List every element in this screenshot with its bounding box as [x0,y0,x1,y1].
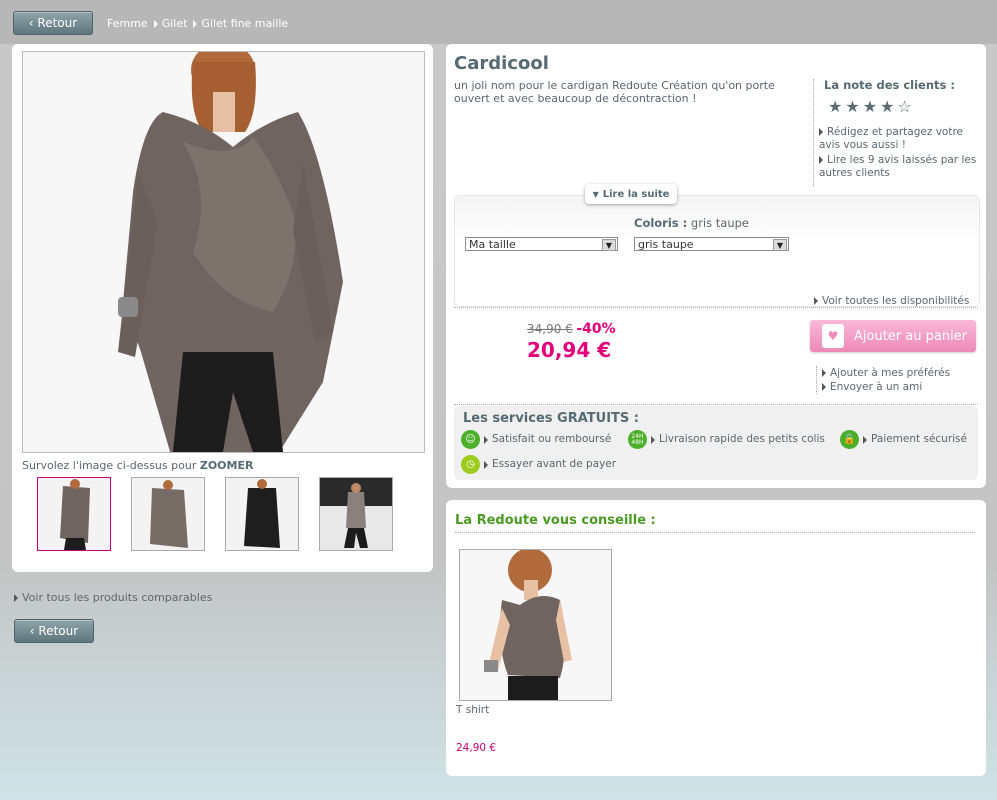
chevron-right-icon [822,383,826,391]
divider [454,404,978,405]
old-price: 34,90 € [527,322,573,336]
comparable-products-link[interactable]: Voir tous les produits comparables [14,591,212,604]
lock-icon: 🔒 [840,430,859,449]
service-item: 24H 48H Livraison rapide des petits colis [628,430,825,449]
chevron-down-icon: ▼ [602,239,616,251]
send-to-friend-link[interactable]: Envoyer à un ami [822,381,922,394]
chevron-right-icon [651,435,655,444]
price-block: 34,90 € -40% [527,321,616,337]
color-select[interactable]: gris taupe ▼ [634,237,789,251]
rating-divider [813,79,814,187]
shopping-bag-icon: ♥ [822,324,844,348]
main-product-image[interactable] [22,51,425,453]
product-title: Cardicool [454,53,549,74]
service-item: 🔒 Paiement sécurisé [840,430,967,449]
chevron-right-icon [863,435,867,444]
star-filled-icon: ★ [845,97,863,116]
chevron-right-icon [153,20,158,28]
services-title: Les services GRATUITS : [463,411,639,426]
recommended-product-price: 24,90 € [456,742,497,754]
advice-title: La Redoute vous conseille : [455,513,656,528]
chevron-right-icon [819,128,823,136]
breadcrumb: Femme Gilet Gilet fine maille [107,17,288,30]
read-reviews-link[interactable]: Lire les 9 avis laissés par les autres c… [819,154,984,180]
zoom-hint: Survolez l'image ci-dessus pour ZOOMER [22,459,254,472]
recommended-product-name[interactable]: T shirt [456,704,489,717]
thumbnail-3[interactable] [225,477,299,551]
service-item: ◷ Essayer avant de payer [461,455,616,474]
chevron-right-icon [814,297,818,305]
add-favorites-link[interactable]: Ajouter à mes préférés [822,367,950,380]
chevron-right-icon [484,460,488,469]
chevron-right-icon [484,435,488,444]
color-label: Coloris : gris taupe [634,216,749,230]
chevron-right-icon [14,594,18,602]
smiley-icon: ☺ [461,430,480,449]
breadcrumb-item-femme[interactable]: Femme [107,17,148,30]
chevron-right-icon [193,20,198,28]
rating-stars: ★★★★☆ [828,97,915,116]
options-area [454,195,980,307]
chevron-down-icon: ▼ [773,239,787,251]
chevron-right-icon [822,369,826,377]
read-more-button[interactable]: ▼ Lire la suite [585,184,677,204]
recommended-product-image[interactable] [459,549,612,701]
breadcrumb-item-gilet-fine-maille[interactable]: Gilet fine maille [201,17,288,30]
actions-divider [816,366,817,394]
star-filled-icon: ★ [828,97,846,116]
product-description: un joli nom pour le cardigan Redoute Cré… [454,79,775,105]
divider [455,532,975,533]
back-button-bottom[interactable]: ‹ Retour [14,619,94,643]
24h-48h-icon: 24H 48H [628,430,647,449]
star-filled-icon: ★ [862,97,881,116]
thumbnail-2[interactable] [131,477,205,551]
size-select[interactable]: Ma taille ▼ [465,237,618,251]
write-review-link[interactable]: Rédigez et partagez votre avis vous auss… [819,126,979,152]
breadcrumb-item-gilet[interactable]: Gilet [162,17,188,30]
rating-title: La note des clients : [824,78,955,92]
clock-icon: ◷ [461,455,480,474]
service-item: ☺ Satisfait ou remboursé [461,430,611,449]
chevron-right-icon [819,156,823,164]
triangle-down-icon: ▼ [592,189,599,199]
star-filled-icon: ★ [880,97,898,116]
availability-link[interactable]: Voir toutes les disponibilités [814,295,969,308]
thumbnail-1[interactable] [37,477,111,551]
discount-badge: -40% [576,321,616,337]
back-button[interactable]: ‹ Retour [13,11,93,35]
star-empty-icon: ☆ [897,97,915,116]
thumbnail-4[interactable] [319,477,393,551]
current-price: 20,94 € [527,338,612,362]
add-to-cart-button[interactable]: ♥ Ajouter au panier [810,320,976,352]
